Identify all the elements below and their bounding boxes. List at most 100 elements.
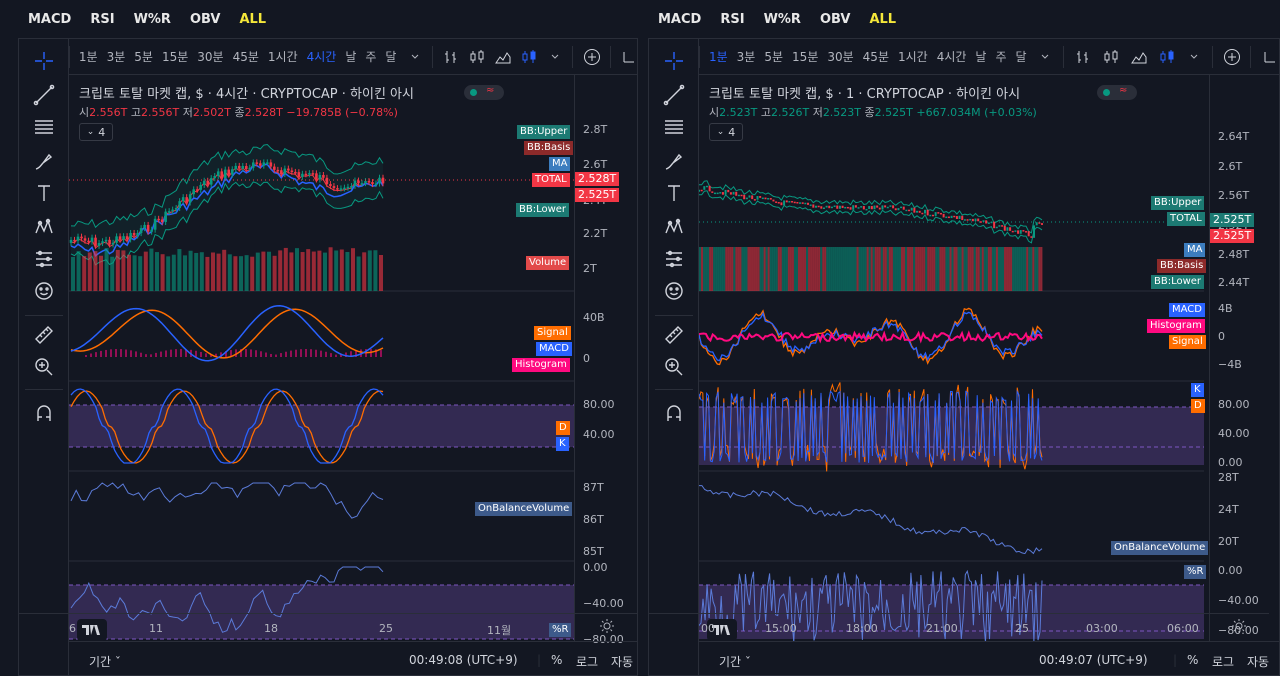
indicators-icon[interactable] <box>621 48 637 66</box>
legend-tag-bb-upper[interactable]: BB:Upper <box>1151 196 1205 210</box>
time-axis[interactable]: 6 11 18 25 11월 <box>19 613 637 641</box>
legend-tag-k[interactable]: K <box>1191 383 1204 397</box>
legend-tag-macd[interactable]: MACD <box>1169 303 1205 317</box>
crosshair-icon[interactable] <box>660 47 688 75</box>
emoji-icon[interactable] <box>660 277 688 305</box>
price-axis[interactable]: 2.8T2.6T2.4T2.2T2T2.528T2.525T40B080.004… <box>574 75 637 646</box>
collapse-indicators-button[interactable]: ⌄ 4 <box>79 123 113 141</box>
chevron-down-icon[interactable] <box>1037 48 1055 66</box>
brush-icon[interactable] <box>30 147 58 175</box>
magnet-icon[interactable] <box>30 399 58 427</box>
tf-4h-button[interactable]: 4시간 <box>307 48 337 65</box>
tf-month-button[interactable]: 달 <box>385 48 396 65</box>
tf-45m-button[interactable]: 45분 <box>863 48 889 65</box>
ruler-icon[interactable] <box>660 321 688 349</box>
legend-tag-bb-lower[interactable]: BB:Lower <box>516 203 570 217</box>
legend-tag-bb-upper[interactable]: BB:Upper <box>517 125 571 139</box>
candles-icon[interactable] <box>1102 48 1120 66</box>
legend-tag-volume[interactable]: Volume <box>526 256 570 270</box>
tab-rsi[interactable]: RSI <box>90 12 114 27</box>
market-status-pill[interactable]: ≈ <box>1097 85 1137 100</box>
forecast-icon[interactable] <box>30 245 58 273</box>
tf-3m-button[interactable]: 3분 <box>737 48 756 65</box>
legend-tag-macd[interactable]: MACD <box>536 342 572 356</box>
legend-tag-wr[interactable]: %R <box>1184 565 1207 579</box>
zoom-in-icon[interactable] <box>660 353 688 381</box>
chevron-down-icon[interactable] <box>1185 48 1203 66</box>
date-range-button[interactable]: 기간 ˇ <box>719 653 751 670</box>
tab-macd[interactable]: MACD <box>658 12 701 27</box>
price-axis[interactable]: 2.64T2.6T2.56T2.52T2.48T2.44T2.525T2.525… <box>1209 75 1274 641</box>
legend-tag-histogram[interactable]: Histogram <box>1147 319 1205 333</box>
log-scale-button[interactable]: 로그 <box>576 653 598 670</box>
tf-1m-button[interactable]: 1분 <box>79 48 98 65</box>
fib-lines-icon[interactable] <box>30 113 58 141</box>
heikin-ashi-icon[interactable] <box>1158 48 1176 66</box>
tf-4h-button[interactable]: 4시간 <box>937 48 967 65</box>
clock-readout[interactable]: 00:49:08 (UTC+9) <box>409 653 518 667</box>
market-status-pill[interactable]: ≈ <box>464 85 504 100</box>
date-range-button[interactable]: 기간 ˇ <box>89 653 121 670</box>
chart-canvas[interactable] <box>699 75 1204 641</box>
tf-3m-button[interactable]: 3분 <box>107 48 126 65</box>
add-indicator-icon[interactable] <box>583 48 601 66</box>
candles-icon[interactable] <box>469 48 485 66</box>
tf-week-button[interactable]: 주 <box>365 48 376 65</box>
tab-macd[interactable]: MACD <box>28 12 71 27</box>
chevron-down-icon[interactable] <box>406 48 422 66</box>
pattern-icon[interactable] <box>30 213 58 241</box>
tf-day-button[interactable]: 날 <box>345 48 356 65</box>
bars-icon[interactable] <box>442 48 458 66</box>
text-icon[interactable] <box>30 179 58 207</box>
legend-tag-total[interactable]: TOTAL <box>532 173 570 187</box>
tab-all[interactable]: ALL <box>869 12 896 27</box>
emoji-icon[interactable] <box>30 277 58 305</box>
symbol-title[interactable]: 크립토 토탈 마켓 캡, $ · 1 · CRYPTOCAP · 하이킨 아시 <box>709 83 1020 102</box>
pattern-icon[interactable] <box>660 213 688 241</box>
symbol-title[interactable]: 크립토 토탈 마켓 캡, $ · 4시간 · CRYPTOCAP · 하이킨 아… <box>79 83 414 102</box>
chart-area[interactable]: 크립토 토탈 마켓 캡, $ · 1 · CRYPTOCAP · 하이킨 아시 … <box>699 75 1209 641</box>
magnet-icon[interactable] <box>660 399 688 427</box>
legend-tag-bb-basis[interactable]: BB:Basis <box>524 141 574 155</box>
tf-5m-button[interactable]: 5분 <box>764 48 783 65</box>
tf-5m-button[interactable]: 5분 <box>134 48 153 65</box>
crosshair-icon[interactable] <box>30 47 58 75</box>
settings-gear-icon[interactable] <box>1231 618 1247 637</box>
tf-15m-button[interactable]: 15분 <box>162 48 188 65</box>
trendline-icon[interactable] <box>660 81 688 109</box>
legend-tag-ma[interactable]: MA <box>1184 243 1206 257</box>
auto-scale-button[interactable]: 자동 <box>1247 653 1269 670</box>
area-chart-icon[interactable] <box>494 48 511 66</box>
legend-tag-total[interactable]: TOTAL <box>1167 212 1205 226</box>
ruler-icon[interactable] <box>30 321 58 349</box>
bars-icon[interactable] <box>1074 48 1092 66</box>
tab-obv[interactable]: OBV <box>190 12 221 27</box>
tab-wr[interactable]: W%R <box>134 12 171 27</box>
brush-icon[interactable] <box>660 147 688 175</box>
clock-readout[interactable]: 00:49:07 (UTC+9) <box>1039 653 1148 667</box>
chart-canvas[interactable] <box>69 75 574 641</box>
legend-tag-histogram[interactable]: Histogram <box>512 358 570 372</box>
legend-tag-bb-basis[interactable]: BB:Basis <box>1157 259 1207 273</box>
tab-all[interactable]: ALL <box>239 12 266 27</box>
legend-tag-ma[interactable]: MA <box>549 157 571 171</box>
percent-scale-button[interactable]: % <box>551 653 562 667</box>
legend-tag-d[interactable]: D <box>1191 399 1205 413</box>
indicators-icon[interactable] <box>1261 48 1279 66</box>
settings-gear-icon[interactable] <box>599 618 615 637</box>
legend-tag-obv[interactable]: OnBalanceVolume <box>475 502 573 516</box>
tf-month-button[interactable]: 달 <box>1016 48 1027 65</box>
tf-week-button[interactable]: 주 <box>995 48 1006 65</box>
add-indicator-icon[interactable] <box>1223 48 1241 66</box>
tf-day-button[interactable]: 날 <box>975 48 986 65</box>
time-axis[interactable]: 00 15:00 18:00 21:00 25 03:00 06:00 <box>649 613 1269 641</box>
area-chart-icon[interactable] <box>1130 48 1148 66</box>
tf-1m-button[interactable]: 1분 <box>709 48 728 65</box>
text-icon[interactable] <box>660 179 688 207</box>
tf-1h-button[interactable]: 1시간 <box>268 48 298 65</box>
legend-tag-bb-lower[interactable]: BB:Lower <box>1151 275 1205 289</box>
fib-lines-icon[interactable] <box>660 113 688 141</box>
percent-scale-button[interactable]: % <box>1187 653 1198 667</box>
tf-30m-button[interactable]: 30분 <box>827 48 853 65</box>
chart-area[interactable]: 크립토 토탈 마켓 캡, $ · 4시간 · CRYPTOCAP · 하이킨 아… <box>69 75 574 641</box>
